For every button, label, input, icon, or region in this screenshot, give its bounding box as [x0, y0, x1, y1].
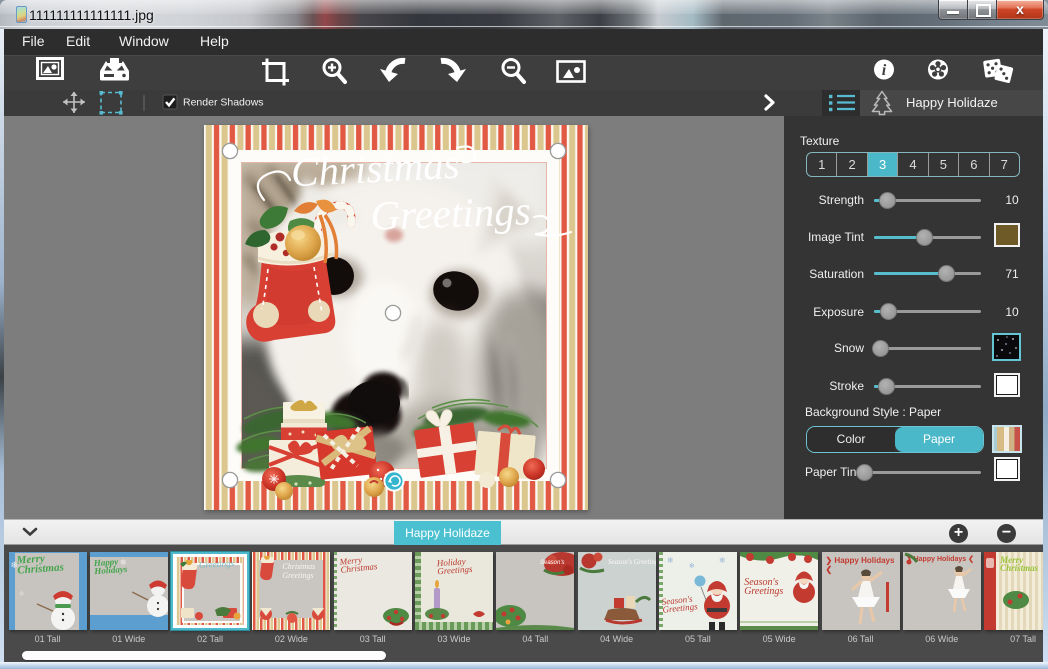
svg-text:Happy Holidaze: Happy Holidaze: [906, 95, 998, 110]
svg-text:Christmas: Christmas: [290, 141, 461, 196]
svg-text:Season's: Season's: [540, 560, 565, 566]
svg-text:i: i: [882, 62, 887, 79]
svg-text:Render Shadows: Render Shadows: [183, 97, 264, 109]
svg-text:Season's Greetings: Season's Greetings: [608, 558, 656, 566]
svg-text:Greetings: Greetings: [370, 187, 532, 239]
